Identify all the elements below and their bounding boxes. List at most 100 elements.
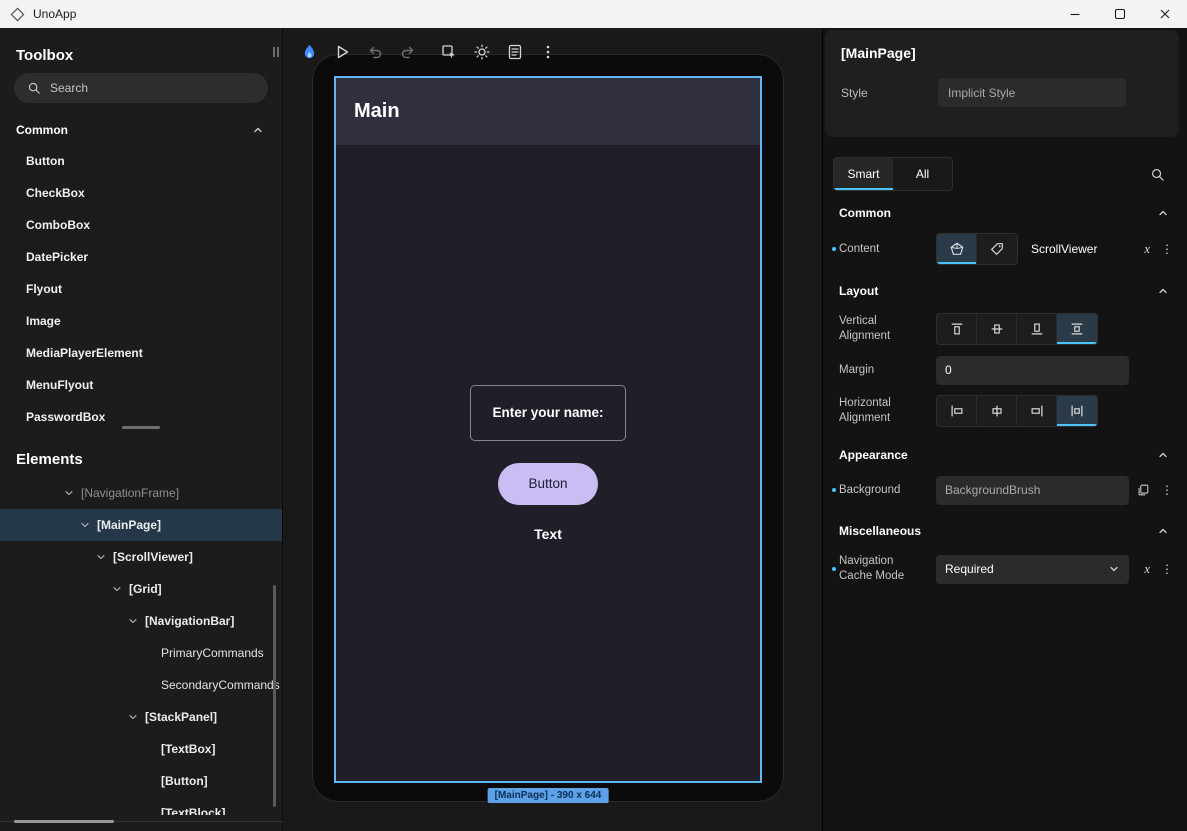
toolbox-item-combobox[interactable]: ComboBox bbox=[0, 209, 282, 241]
align-bottom-icon bbox=[1029, 321, 1045, 337]
tree-item-navigationframe[interactable]: [NavigationFrame] bbox=[0, 477, 282, 509]
design-page-body[interactable]: Enter your name: Button Text bbox=[336, 145, 760, 781]
section-miscellaneous[interactable]: Miscellaneous bbox=[823, 509, 1187, 547]
binding-icon[interactable]: x bbox=[1144, 561, 1150, 577]
valign-top-button[interactable] bbox=[937, 314, 977, 344]
section-layout-label: Layout bbox=[839, 284, 878, 298]
sun-icon bbox=[473, 43, 491, 61]
toolbox-scrollbar-thumb[interactable] bbox=[122, 426, 160, 429]
tree-item-navigationbar[interactable]: [NavigationBar] bbox=[0, 605, 282, 637]
halign-stretch-button[interactable] bbox=[1057, 396, 1097, 426]
tree-item-mainpage[interactable]: [MainPage] bbox=[0, 509, 282, 541]
tree-item-label: [NavigationFrame] bbox=[81, 486, 179, 500]
section-common-label: Common bbox=[839, 206, 891, 220]
design-textbox[interactable]: Enter your name: bbox=[470, 385, 626, 441]
toolbox-item-datepicker[interactable]: DatePicker bbox=[0, 241, 282, 273]
valign-center-button[interactable] bbox=[977, 314, 1017, 344]
halign-right-button[interactable] bbox=[1017, 396, 1057, 426]
tree-item-secondarycommands[interactable]: SecondaryCommands bbox=[0, 669, 282, 701]
inspector-tabs: Smart All bbox=[833, 157, 953, 191]
chevron-up-icon bbox=[1157, 285, 1169, 297]
tree-item-scrollviewer[interactable]: [ScrollViewer] bbox=[0, 541, 282, 573]
design-button[interactable]: Button bbox=[498, 463, 598, 505]
toolbox-search[interactable] bbox=[14, 73, 268, 103]
minimize-button[interactable] bbox=[1052, 0, 1097, 28]
design-textblock[interactable]: Text bbox=[534, 526, 562, 542]
toolbar-drag-handle[interactable] bbox=[266, 42, 286, 62]
tab-smart[interactable]: Smart bbox=[834, 158, 893, 190]
toolbox-item-image[interactable]: Image bbox=[0, 305, 282, 337]
resource-icon[interactable] bbox=[1136, 483, 1150, 497]
toolbox-item-mediaplayerelement[interactable]: MediaPlayerElement bbox=[0, 337, 282, 369]
more-icon[interactable]: ⋮ bbox=[1161, 483, 1173, 497]
flame-icon bbox=[301, 43, 318, 61]
tree-item-stackpanel[interactable]: [StackPanel] bbox=[0, 701, 282, 733]
align-vcenter-icon bbox=[989, 321, 1005, 337]
more-icon[interactable]: ⋮ bbox=[1161, 242, 1173, 256]
property-row-background: Background BackgroundBrush ⋮ bbox=[823, 471, 1187, 509]
chevron-up-icon bbox=[1157, 207, 1169, 219]
style-input[interactable]: Implicit Style bbox=[938, 78, 1126, 107]
hot-reload-button[interactable] bbox=[299, 42, 319, 62]
tree-item-label: PrimaryCommands bbox=[161, 646, 264, 660]
tree-item-label: [MainPage] bbox=[97, 518, 161, 532]
search-icon bbox=[1150, 167, 1165, 182]
toolbox-search-input[interactable] bbox=[50, 81, 255, 95]
property-row-horizontal-alignment: Horizontal Alignment bbox=[823, 389, 1187, 433]
tree-item-button[interactable]: [Button] bbox=[0, 765, 282, 797]
content-element-mode-button[interactable] bbox=[937, 234, 977, 264]
more-options-button[interactable] bbox=[538, 42, 558, 62]
play-button[interactable] bbox=[332, 42, 352, 62]
property-row-content: Content bbox=[823, 229, 1187, 269]
horizontal-alignment-label: Horizontal Alignment bbox=[839, 396, 936, 426]
navigation-cache-mode-select[interactable]: Required bbox=[936, 555, 1129, 584]
vertical-alignment-group bbox=[936, 313, 1098, 345]
content-value-mode-button[interactable] bbox=[977, 234, 1017, 264]
properties-panel: [MainPage] Style Implicit Style Smart Al… bbox=[822, 28, 1187, 831]
elements-title: Elements bbox=[0, 432, 282, 477]
undo-button[interactable] bbox=[365, 42, 385, 62]
chevron-down-icon bbox=[1108, 563, 1120, 575]
toolbox-item-checkbox[interactable]: CheckBox bbox=[0, 177, 282, 209]
toolbox-item-menuflyout[interactable]: MenuFlyout bbox=[0, 369, 282, 401]
page-title: Main bbox=[354, 100, 400, 123]
content-value[interactable]: ScrollViewer bbox=[1031, 242, 1097, 256]
tree-item-textblock[interactable]: [TextBlock] bbox=[0, 797, 282, 815]
more-icon[interactable]: ⋮ bbox=[1161, 562, 1173, 576]
window-controls bbox=[1052, 0, 1187, 28]
theme-toggle-button[interactable] bbox=[472, 42, 492, 62]
tree-item-textbox[interactable]: [TextBox] bbox=[0, 733, 282, 765]
toolbox-item-button[interactable]: Button bbox=[0, 145, 282, 177]
halign-center-button[interactable] bbox=[977, 396, 1017, 426]
halign-left-button[interactable] bbox=[937, 396, 977, 426]
binding-icon[interactable]: x bbox=[1144, 241, 1150, 257]
search-icon bbox=[27, 81, 41, 95]
redo-button[interactable] bbox=[398, 42, 418, 62]
valign-stretch-button[interactable] bbox=[1057, 314, 1097, 344]
close-button[interactable] bbox=[1142, 0, 1187, 28]
elements-vertical-scrollbar[interactable] bbox=[273, 585, 276, 807]
design-page-mainpage[interactable]: Main Enter your name: Button Text bbox=[334, 76, 762, 783]
toolbox-item-flyout[interactable]: Flyout bbox=[0, 273, 282, 305]
inspector-tabs-row: Smart All bbox=[833, 157, 1177, 191]
maximize-button[interactable] bbox=[1097, 0, 1142, 28]
tree-item-primarycommands[interactable]: PrimaryCommands bbox=[0, 637, 282, 669]
margin-input[interactable]: 0 bbox=[936, 356, 1129, 385]
tree-item-grid[interactable]: [Grid] bbox=[0, 573, 282, 605]
titlebar: UnoApp bbox=[0, 0, 1187, 28]
minimize-icon bbox=[1067, 6, 1083, 22]
style-row: Style Implicit Style bbox=[841, 78, 1163, 107]
section-common[interactable]: Common bbox=[823, 191, 1187, 229]
task-list-icon bbox=[506, 43, 524, 61]
changes-list-button[interactable] bbox=[505, 42, 525, 62]
background-input[interactable]: BackgroundBrush bbox=[936, 476, 1129, 505]
section-appearance[interactable]: Appearance bbox=[823, 433, 1187, 471]
section-layout[interactable]: Layout bbox=[823, 269, 1187, 307]
design-navigationbar[interactable]: Main bbox=[336, 78, 760, 145]
valign-bottom-button[interactable] bbox=[1017, 314, 1057, 344]
properties-search-button[interactable] bbox=[1150, 167, 1165, 182]
left-panel-hscroll-thumb[interactable] bbox=[14, 820, 114, 823]
select-element-button[interactable] bbox=[439, 42, 459, 62]
toolbox-section-common[interactable]: Common bbox=[0, 113, 282, 145]
tab-all[interactable]: All bbox=[893, 158, 952, 190]
